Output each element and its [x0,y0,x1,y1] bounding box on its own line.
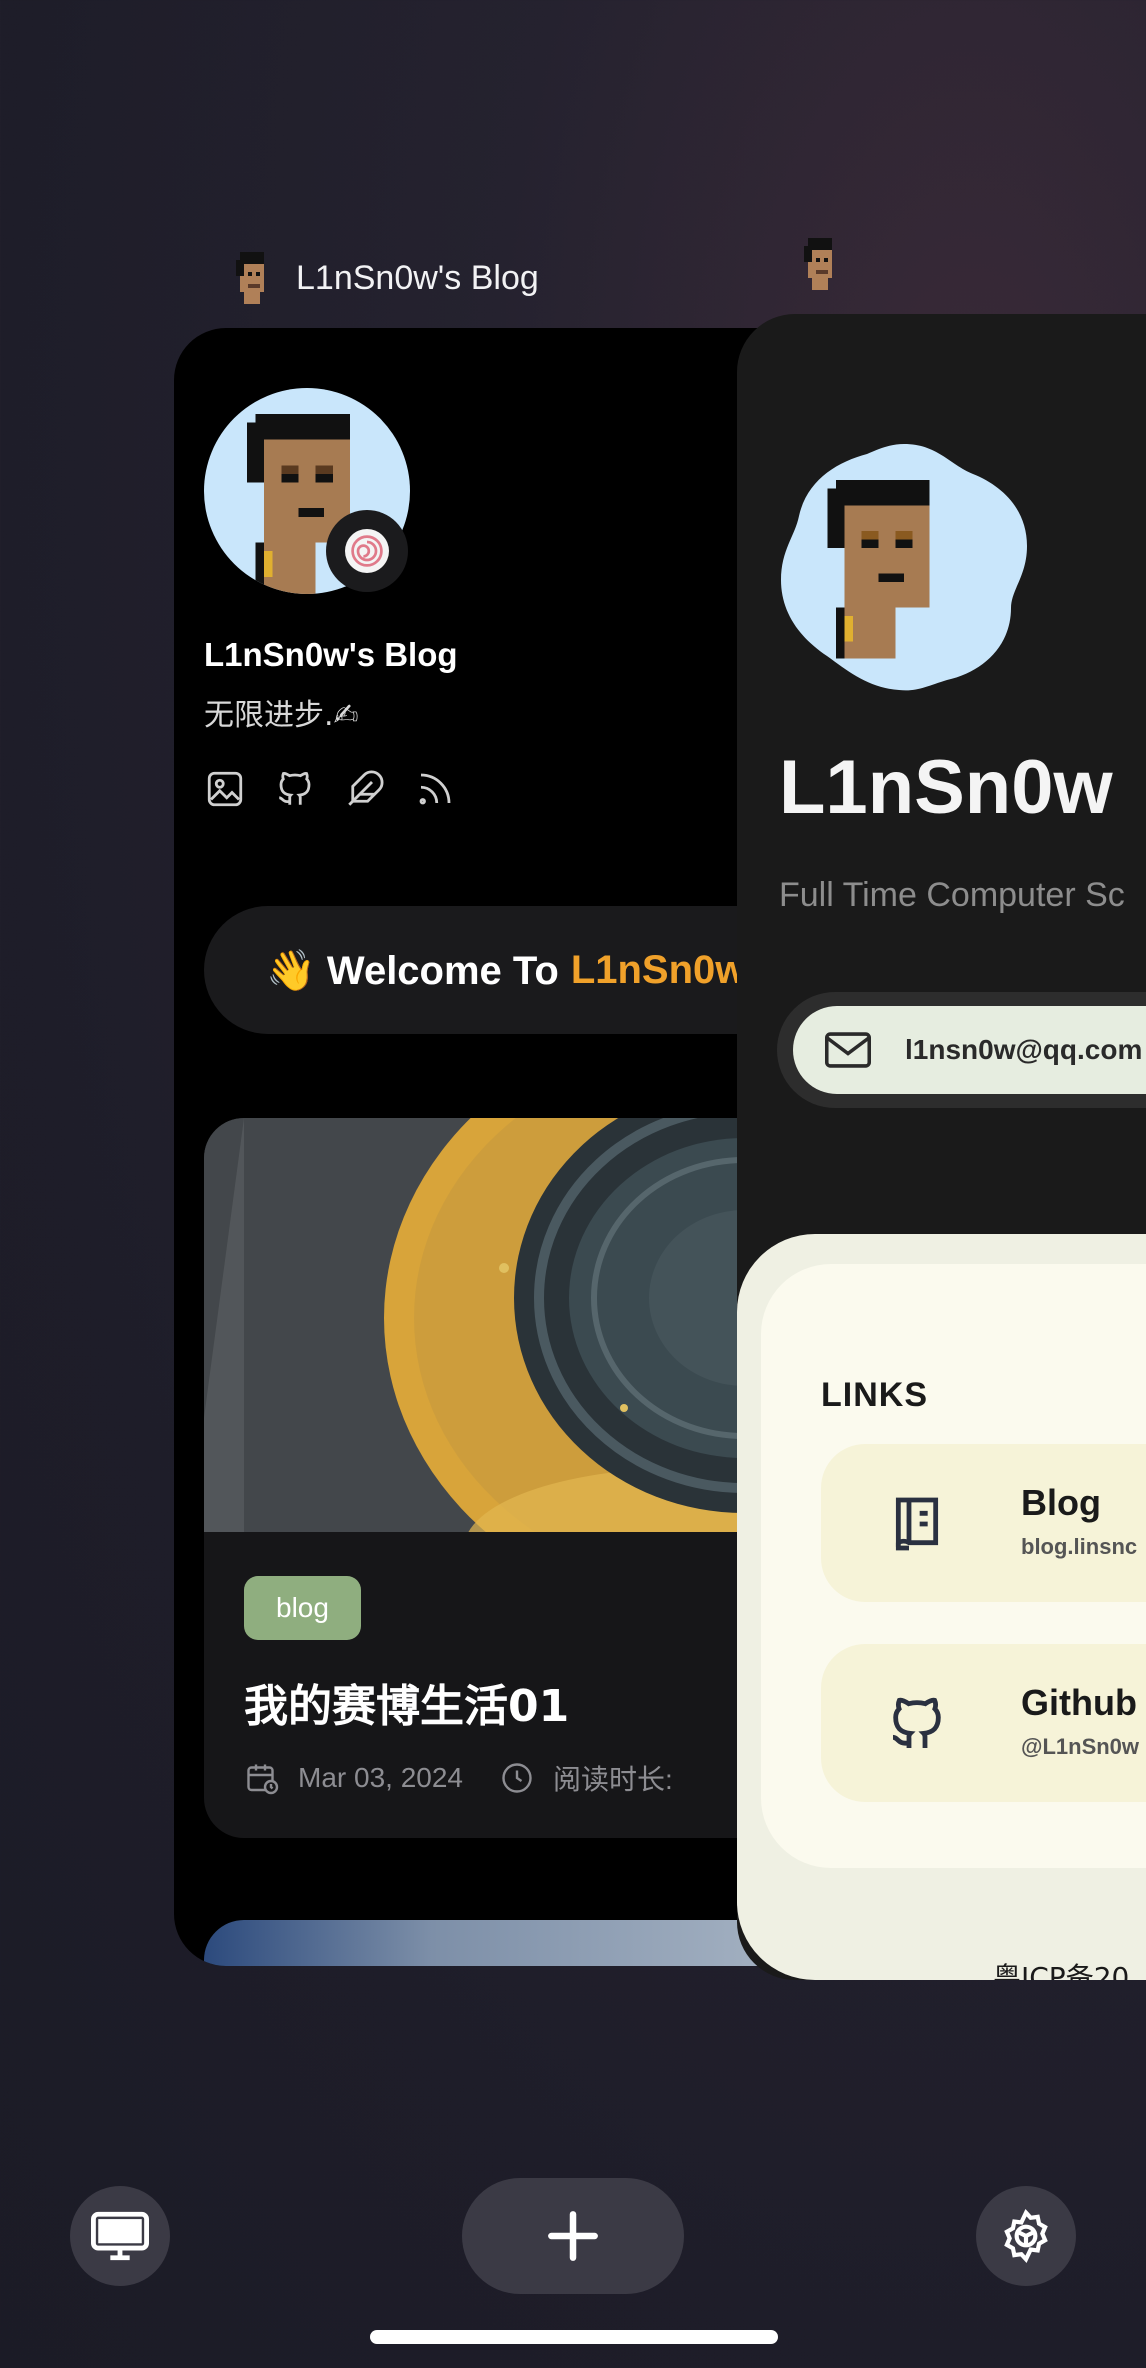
links-panel: LINKS Blog blog.linsnc Github @L1nSn0w [761,1264,1146,1868]
calendar-icon [247,1764,279,1795]
new-tab-button[interactable] [462,2178,684,2294]
link-title: Github [1021,1682,1137,1723]
image-icon[interactable] [204,768,246,810]
desktop-mode-button[interactable] [70,2186,170,2286]
post-title[interactable]: 我的赛博生活01 [244,1670,569,1734]
clock-icon [502,1763,532,1793]
icp-footer[interactable]: 粤ICP备20 [993,1956,1129,1980]
home-indicator[interactable] [370,2330,778,2344]
left-card-label[interactable]: L1nSn0w's Blog [232,252,539,304]
email-text: l1nsn0w@qq.com [905,1034,1143,1065]
welcome-highlight: L1nSn0w [570,947,747,992]
post-tag[interactable]: blog [244,1576,361,1640]
email-container: l1nsn0w@qq.com [777,992,1146,1108]
links-heading: LINKS [821,1376,928,1414]
social-links [204,768,456,810]
blog-title: L1nSn0w's Blog [204,636,458,673]
links-section: LINKS Blog blog.linsnc Github @L1nSn0w [737,1234,1146,1980]
rss-icon[interactable] [414,768,456,810]
profile-window-card[interactable]: L1nSn0w Full Time Computer Sc l1nsn0w@qq… [737,314,1146,1980]
book-icon [895,1497,939,1551]
mail-icon [825,1032,871,1068]
left-card-title: L1nSn0w's Blog [296,258,539,297]
post-meta: Mar 03, 2024 阅读时长: [244,1758,673,1798]
tab-favicon [236,252,264,304]
link-blog[interactable]: Blog blog.linsnc [821,1444,1146,1602]
welcome-text: 👋 Welcome To [266,948,559,993]
link-github[interactable]: Github @L1nSn0w [821,1644,1146,1802]
swirl-icon [351,535,383,567]
right-card-label[interactable] [800,238,840,295]
link-title: Blog [1021,1482,1101,1523]
github-icon [892,1697,941,1748]
reading-time: 阅读时长: [553,1764,673,1795]
profile-subtitle: Full Time Computer Sc [779,876,1125,914]
profile-name: L1nSn0w [779,745,1113,830]
post-date: Mar 03, 2024 [298,1762,463,1793]
blog-motto: 无限进步.✍ [204,698,359,733]
settings-button[interactable] [976,2186,1076,2286]
avatar [781,444,1027,691]
tab-favicon [804,238,832,290]
link-subtitle: blog.linsnc [1021,1534,1138,1559]
desktop-icon [91,2211,149,2261]
plus-icon [548,2211,598,2261]
status-badge [326,510,408,592]
feather-icon[interactable] [344,768,386,810]
link-subtitle: @L1nSn0w [1021,1734,1140,1759]
github-icon[interactable] [274,768,316,810]
settings-icon [1004,2208,1048,2264]
email-button[interactable]: l1nsn0w@qq.com [793,1006,1146,1094]
